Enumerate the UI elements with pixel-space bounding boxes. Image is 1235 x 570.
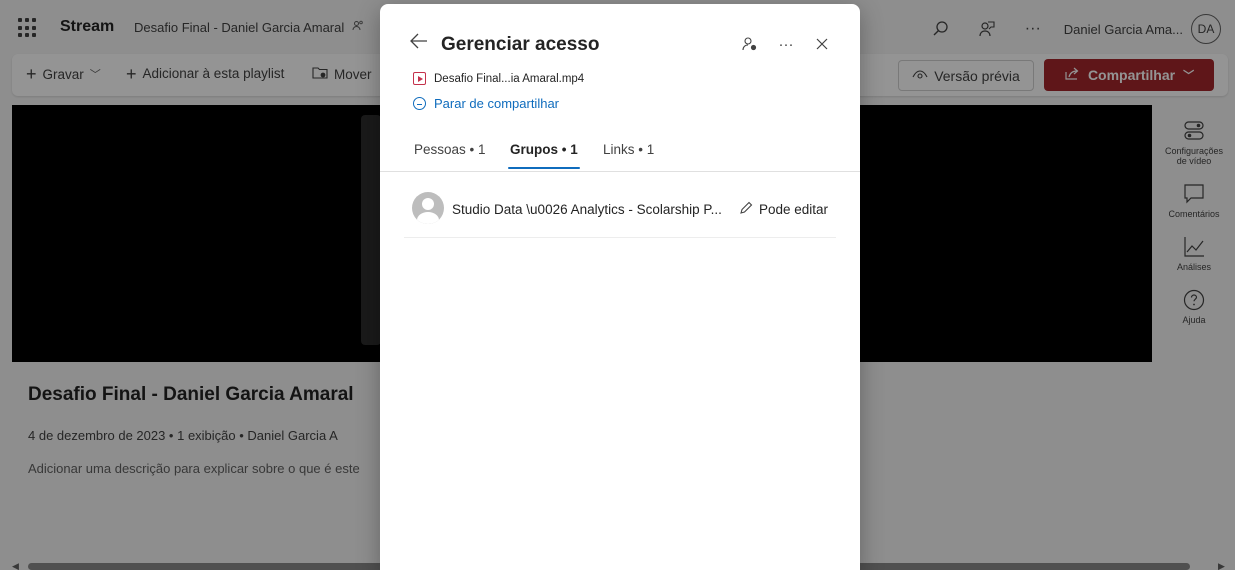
stop-sharing-label: Parar de compartilhar <box>434 96 559 111</box>
access-tabs: Pessoas • 1 Grupos • 1 Links • 1 <box>380 136 860 172</box>
close-icon[interactable] <box>812 34 832 54</box>
tab-links[interactable]: Links • 1 <box>603 142 654 169</box>
group-member-row[interactable]: Studio Data \u0026 Analytics - Scolarshi… <box>404 190 836 238</box>
back-arrow-icon[interactable] <box>410 32 428 55</box>
permission-label: Pode editar <box>758 202 828 217</box>
pencil-icon <box>739 201 753 218</box>
more-options-icon[interactable]: ··· <box>776 34 796 54</box>
permission-dropdown[interactable]: Pode editar <box>739 201 828 218</box>
tab-groups[interactable]: Grupos • 1 <box>508 142 580 169</box>
file-name-row: Desafio Final...ia Amaral.mp4 <box>413 72 584 85</box>
group-name: Studio Data \u0026 Analytics - Scolarshi… <box>452 202 722 217</box>
minus-circle-icon <box>413 97 426 110</box>
stop-sharing-link[interactable]: Parar de compartilhar <box>413 96 559 111</box>
manage-access-dialog: Gerenciar acesso ··· Desafio Final...ia … <box>380 4 860 570</box>
file-name: Desafio Final...ia Amaral.mp4 <box>434 72 585 85</box>
video-file-icon <box>413 72 426 85</box>
dialog-header-icons: ··· <box>740 34 832 54</box>
tab-people[interactable]: Pessoas • 1 <box>414 142 486 169</box>
group-avatar <box>412 192 444 224</box>
people-settings-icon[interactable] <box>740 34 760 54</box>
dialog-title: Gerenciar acesso <box>441 34 600 55</box>
